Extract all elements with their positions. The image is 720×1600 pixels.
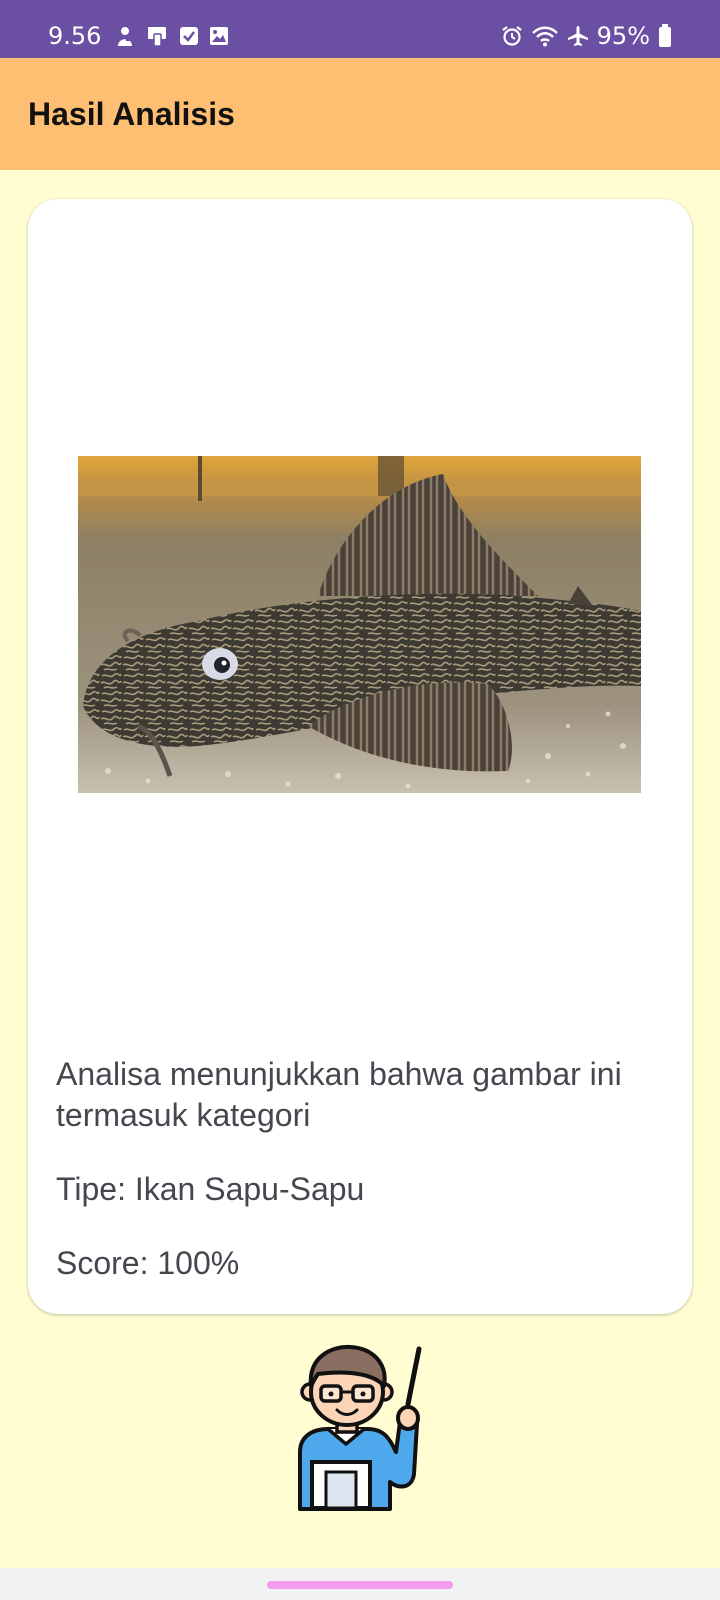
analysis-description: Analisa menunjukkan bahwa gambar ini ter… <box>56 1056 622 1133</box>
result-score: Score: 100% <box>56 1245 240 1281</box>
status-left: 9.56 <box>48 24 229 48</box>
alarm-icon <box>501 25 523 47</box>
result-card: Analisa menunjukkan bahwa gambar ini ter… <box>28 199 692 1314</box>
result-type: Tipe: Ikan Sapu-Sapu <box>56 1171 365 1207</box>
app-bar: Hasil Analisis <box>0 58 720 170</box>
wifi-icon <box>531 25 559 47</box>
phone-screen-icon <box>145 25 169 47</box>
battery-icon <box>658 24 672 48</box>
home-gesture-handle[interactable] <box>267 1581 453 1589</box>
navigation-bar <box>0 1568 720 1600</box>
status-time: 9.56 <box>48 22 102 50</box>
battery-percent: 95% <box>596 22 650 50</box>
person-icon <box>115 25 135 47</box>
airplane-icon <box>567 25 589 47</box>
ikan-sapu-sapu-photo <box>78 456 641 793</box>
status-right: 95% <box>501 24 672 48</box>
gallery-icon <box>209 26 229 46</box>
check-box-icon <box>179 26 199 46</box>
page-title: Hasil Analisis <box>28 96 235 132</box>
status-bar: 9.56 95% <box>0 0 720 58</box>
teacher-pointer-icon <box>288 1344 433 1514</box>
